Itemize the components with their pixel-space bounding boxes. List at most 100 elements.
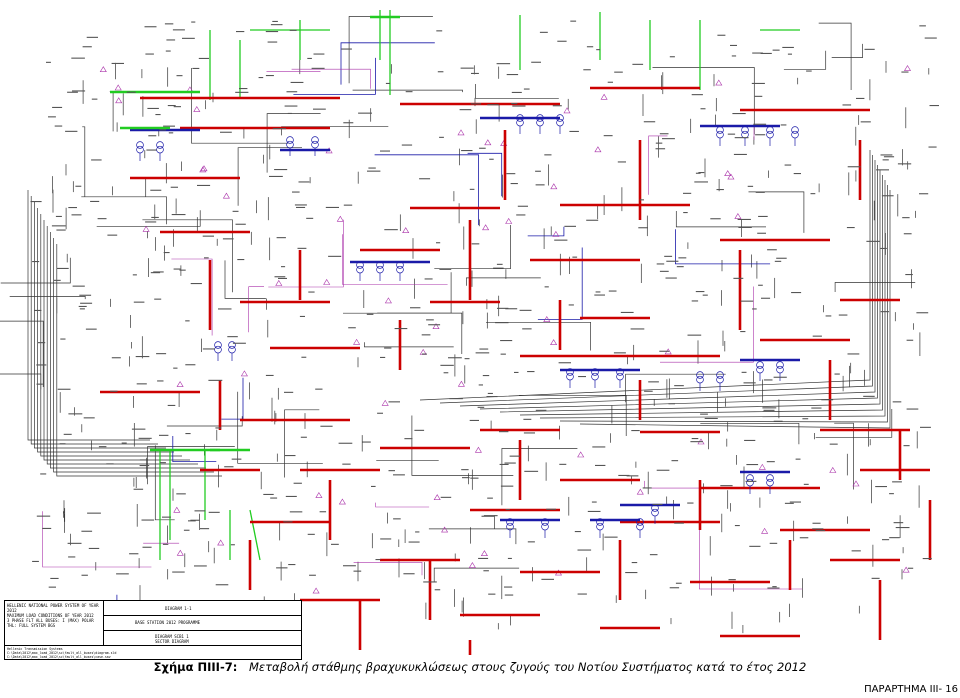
label-mark [738,226,752,228]
label-mark [631,430,640,432]
label-mark [300,436,307,438]
label-mark [552,105,562,107]
label-mark [462,477,470,479]
label-mark [757,232,766,234]
label-mark [505,509,510,511]
label-mark [106,463,114,465]
label-mark [440,496,452,498]
label-mark [758,284,763,286]
label-mark [755,134,766,136]
label-mark [315,388,323,390]
label-mark [737,218,751,220]
label-mark [655,148,666,150]
label-mark [916,312,929,314]
label-mark [470,103,482,105]
label-mark [812,522,821,524]
label-mark [834,373,840,375]
label-mark [172,29,185,31]
label-mark [477,406,485,408]
label-mark [892,401,902,403]
label-mark [367,170,381,172]
diagram-info-box: HELLENIC NATIONAL POWER SYSTEM OF YEAR 2… [4,600,302,660]
label-mark [753,123,767,125]
label-mark [68,207,77,209]
label-mark [630,328,645,330]
label-mark [920,426,931,428]
label-mark [157,380,164,382]
label-mark [497,307,509,309]
label-mark [111,62,124,64]
label-mark [235,223,246,225]
label-mark [655,142,663,144]
info-divider [5,645,301,646]
label-mark [410,307,421,309]
label-mark [423,581,437,583]
label-mark [421,353,427,355]
label-mark [919,25,926,27]
label-mark [107,234,118,236]
info-header-line: THL: FULL SYSTEM BGS [7,623,56,628]
label-mark [866,240,880,242]
label-mark [880,311,890,313]
label-mark [274,276,286,278]
label-mark [192,67,200,69]
label-mark [218,308,232,310]
label-mark [769,542,778,544]
label-mark [772,586,777,588]
label-mark [541,578,554,580]
label-mark [734,137,749,139]
label-mark [380,150,390,152]
label-mark [132,274,137,276]
label-mark [56,229,66,231]
label-mark [289,29,297,31]
label-mark [475,352,490,354]
label-mark [133,301,145,303]
label-mark [198,57,209,59]
label-mark [784,164,792,166]
label-mark [892,481,902,483]
label-mark [500,485,514,487]
label-mark [577,549,592,551]
label-mark [928,146,937,148]
label-mark [72,90,86,92]
label-mark [145,53,154,55]
label-mark [464,358,470,360]
label-mark [659,270,669,272]
label-mark [493,267,504,269]
label-mark [116,573,129,575]
label-mark [539,31,548,33]
label-mark [421,334,431,336]
label-mark [793,173,801,175]
label-mark [893,522,904,524]
label-mark [668,403,675,405]
label-mark [222,238,234,240]
label-mark [439,136,444,138]
label-mark [509,455,521,457]
label-mark [772,49,780,51]
label-mark [608,290,617,292]
label-mark [754,95,763,97]
label-mark [286,91,298,93]
info-header: HELLENIC NATIONAL POWER SYSTEM OF YEAR 2… [7,603,102,628]
label-mark [620,311,634,313]
label-mark [289,511,303,513]
label-mark [82,46,92,48]
label-mark [882,159,889,161]
label-mark [380,538,392,540]
label-mark [507,557,512,559]
label-mark [695,291,705,293]
label-mark [728,579,736,581]
label-mark [439,268,452,270]
label-mark [230,544,235,546]
label-mark [147,107,159,109]
label-mark [166,39,176,41]
label-mark [527,541,535,543]
label-mark [907,567,914,569]
label-mark [847,353,860,355]
label-mark [151,216,159,218]
label-mark [881,195,894,197]
label-mark [461,150,473,152]
label-mark [763,379,773,381]
label-mark [263,493,274,495]
label-mark [522,328,532,330]
